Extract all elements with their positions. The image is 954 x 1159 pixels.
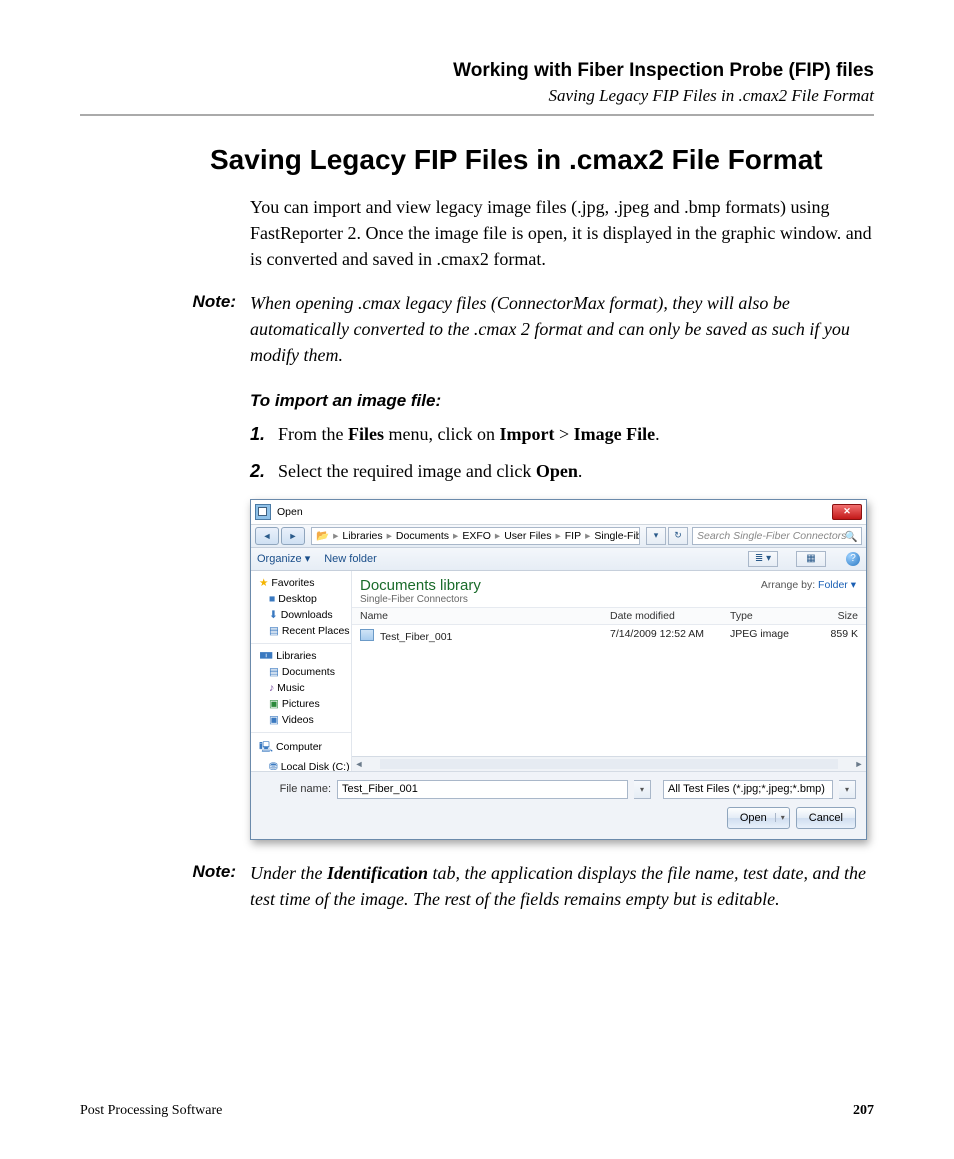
bottom-bar: File name: Test_Fiber_001 ▾ All Test Fil… (251, 771, 866, 839)
open-dialog: Open ✕ ◄ ► 📂 ▸Libraries ▸Documents ▸EXFO… (250, 499, 867, 840)
step-number: 1. (250, 421, 278, 448)
note-label: Note: (80, 860, 250, 912)
star-icon: ★ (259, 577, 271, 589)
disk-icon: ⛃ (269, 761, 281, 771)
page-heading: Saving Legacy FIP Files in .cmax2 File F… (80, 144, 874, 176)
scroll-right-icon[interactable]: ► (852, 759, 866, 769)
downloads-icon: ⬇ (269, 609, 281, 621)
nav-documents[interactable]: ▤ Documents (251, 664, 351, 680)
nav-forward-button[interactable]: ► (281, 527, 305, 545)
search-input[interactable]: Search Single-Fiber Connectors 🔍 (692, 527, 862, 545)
filename-dropdown[interactable]: ▾ (634, 780, 651, 799)
note-label: Note: (80, 290, 250, 368)
filename-label: File name: (261, 783, 331, 795)
nav-back-button[interactable]: ◄ (255, 527, 279, 545)
recent-icon: ▤ (269, 625, 282, 637)
navigation-pane: ★ Favorites ■ Desktop ⬇ Downloads ▤ Rece… (251, 571, 352, 771)
search-icon: 🔍 (845, 530, 858, 543)
col-size[interactable]: Size (810, 610, 858, 622)
step-text: Select the required image and click Open… (278, 458, 582, 485)
procedure-heading: To import an image file: (80, 391, 874, 411)
history-dropdown[interactable]: ▾ (646, 527, 666, 545)
refresh-button[interactable]: ↻ (668, 527, 688, 545)
file-row[interactable]: Test_Fiber_001 7/14/2009 12:52 AM JPEG i… (352, 625, 866, 646)
dialog-title: Open (277, 506, 303, 518)
footer-page-number: 207 (853, 1103, 874, 1119)
chevron-down-icon[interactable]: ▾ (775, 813, 785, 822)
app-icon (255, 504, 271, 520)
nav-localdisk[interactable]: ⛃ Local Disk (C:) (251, 759, 351, 771)
address-bar: ◄ ► 📂 ▸Libraries ▸Documents ▸EXFO ▸User … (251, 525, 866, 548)
videos-icon: ▣ (269, 714, 282, 726)
nav-desktop[interactable]: ■ Desktop (251, 591, 351, 607)
computer-icon: 🖳 (259, 741, 276, 753)
file-list-pane: Documents library Single-Fiber Connector… (352, 571, 866, 771)
note-1: Note: When opening .cmax legacy files (C… (80, 290, 874, 368)
note-body: Under the Identification tab, the applic… (250, 860, 874, 912)
libraries-icon: 🀰 (259, 650, 276, 662)
column-headers[interactable]: Name Date modified Type Size (352, 607, 866, 625)
nav-libraries[interactable]: 🀰 Libraries (251, 648, 351, 664)
section-subtitle: Saving Legacy FIP Files in .cmax2 File F… (80, 86, 874, 106)
pictures-icon: ▣ (269, 698, 282, 710)
cancel-button[interactable]: Cancel (796, 807, 856, 829)
library-subtitle: Single-Fiber Connectors (360, 594, 858, 605)
desktop-icon: ■ (269, 593, 278, 605)
filetype-dropdown[interactable]: ▾ (839, 780, 856, 799)
organize-menu[interactable]: Organize ▾ (257, 552, 310, 565)
step-2: 2. Select the required image and click O… (80, 458, 874, 485)
col-name[interactable]: Name (360, 610, 610, 622)
nav-pictures[interactable]: ▣ Pictures (251, 696, 351, 712)
view-mode-button[interactable]: ≣ ▾ (748, 551, 778, 567)
horizontal-scrollbar[interactable]: ◄ ► (352, 756, 866, 771)
title-bar: Open ✕ (251, 500, 866, 525)
breadcrumb[interactable]: 📂 ▸Libraries ▸Documents ▸EXFO ▸User File… (311, 527, 640, 545)
close-button[interactable]: ✕ (832, 504, 862, 520)
image-file-icon (360, 629, 374, 641)
note-2: Note: Under the Identification tab, the … (80, 860, 874, 912)
nav-music[interactable]: ♪ Music (251, 680, 351, 696)
page-footer: Post Processing Software 207 (80, 1103, 874, 1119)
nav-downloads[interactable]: ⬇ Downloads (251, 607, 351, 623)
intro-paragraph: You can import and view legacy image fil… (80, 194, 874, 272)
nav-computer[interactable]: 🖳 Computer (251, 737, 351, 759)
toolbar: Organize ▾ New folder ≣ ▾ ▦ ? (251, 548, 866, 571)
music-icon: ♪ (269, 682, 277, 694)
col-type[interactable]: Type (730, 610, 810, 622)
new-folder-button[interactable]: New folder (324, 553, 377, 565)
nav-recent[interactable]: ▤ Recent Places (251, 623, 351, 639)
nav-favorites[interactable]: ★ Favorites (251, 575, 351, 591)
nav-videos[interactable]: ▣ Videos (251, 712, 351, 728)
scroll-left-icon[interactable]: ◄ (352, 759, 366, 769)
step-1: 1. From the Files menu, click on Import … (80, 421, 874, 448)
preview-pane-button[interactable]: ▦ (796, 551, 826, 567)
arrange-by-dropdown[interactable]: Folder ▾ (818, 579, 856, 591)
step-text: From the Files menu, click on Import > I… (278, 421, 660, 448)
footer-product: Post Processing Software (80, 1103, 222, 1119)
divider (80, 114, 874, 116)
folder-icon: 📂 (316, 529, 329, 542)
help-button[interactable]: ? (846, 552, 860, 566)
filename-input[interactable]: Test_Fiber_001 (337, 780, 628, 799)
chapter-title: Working with Fiber Inspection Probe (FIP… (80, 60, 874, 82)
filetype-filter[interactable]: All Test Files (*.jpg;*.jpeg;*.bmp) (663, 780, 833, 799)
arrange-by: Arrange by: Folder ▾ (761, 579, 856, 591)
note-body: When opening .cmax legacy files (Connect… (250, 290, 874, 368)
open-button[interactable]: Open▾ (727, 807, 790, 829)
documents-icon: ▤ (269, 666, 282, 678)
step-number: 2. (250, 458, 278, 485)
col-date[interactable]: Date modified (610, 610, 730, 622)
